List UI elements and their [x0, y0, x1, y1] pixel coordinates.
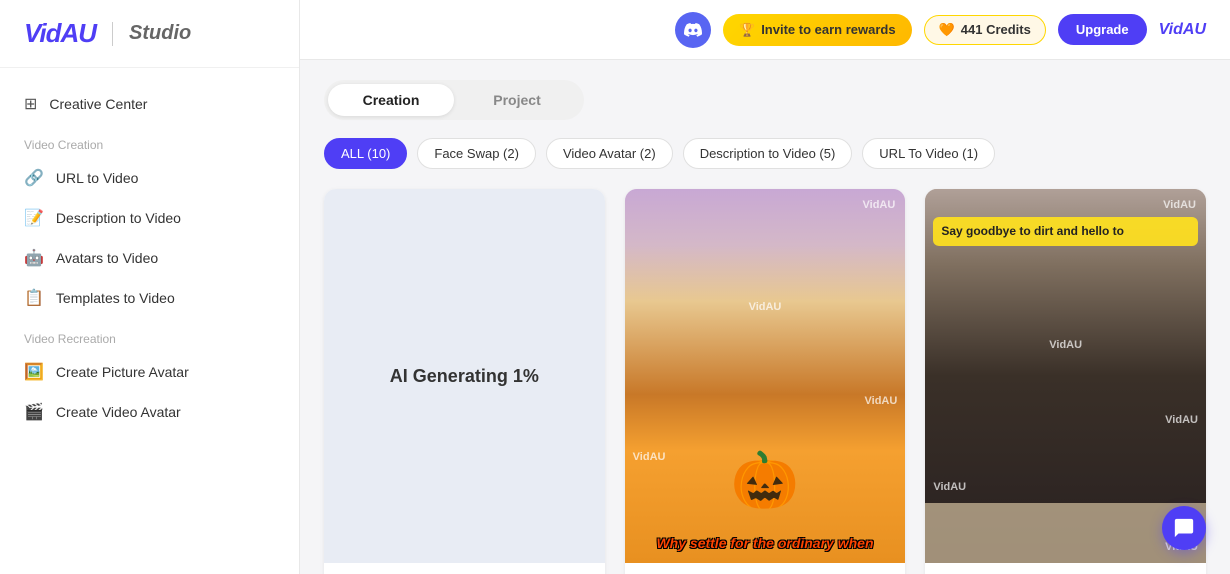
sidebar-logo: VidAU Studio: [0, 0, 299, 68]
sidebar-item-templates-to-video[interactable]: 📋 Templates to Video: [0, 278, 299, 318]
picture-icon: 🖼️: [24, 362, 44, 382]
sidebar-item-create-picture-avatar[interactable]: 🖼️ Create Picture Avatar: [0, 352, 299, 392]
reward-label: Invite to earn rewards: [761, 22, 895, 37]
url-to-video-label: URL to Video: [56, 170, 139, 186]
link-icon: 🔗: [24, 168, 44, 188]
sidebar-item-creative-center[interactable]: ⊞ Creative Center: [0, 84, 299, 124]
avatars-to-video-label: Avatars to Video: [56, 250, 158, 266]
pumpkin-emoji: 🎃: [731, 448, 799, 513]
discord-button[interactable]: [675, 12, 711, 48]
studio-text: Studio: [129, 22, 191, 45]
filter-bar: ALL (10) Face Swap (2) Video Avatar (2) …: [324, 138, 1206, 169]
filter-face-swap[interactable]: Face Swap (2): [417, 138, 536, 169]
sidebar-nav: ⊞ Creative Center Video Creation 🔗 URL t…: [0, 68, 299, 448]
video-card-2[interactable]: 🎃 Why settle for the ordinary when VidAU…: [625, 189, 906, 574]
avatar-icon: 🤖: [24, 248, 44, 268]
logo-divider: [112, 22, 113, 46]
video-icon: 🎬: [24, 402, 44, 422]
filter-desc-to-video[interactable]: Description to Video (5): [683, 138, 853, 169]
credits-badge: 🧡 441 Credits: [924, 15, 1046, 45]
sidebar-item-create-video-avatar[interactable]: 🎬 Create Video Avatar: [0, 392, 299, 432]
section-label-video-creation: Video Creation: [0, 124, 299, 158]
sidebar-item-url-to-video[interactable]: 🔗 URL to Video: [0, 158, 299, 198]
chat-button[interactable]: [1162, 506, 1206, 550]
content-area: Creation Project ALL (10) Face Swap (2) …: [300, 60, 1230, 574]
templates-to-video-label: Templates to Video: [56, 290, 175, 306]
create-video-avatar-label: Create Video Avatar: [56, 404, 181, 420]
man-caption: Say goodbye to dirt and hello to: [933, 217, 1198, 246]
header: 🏆 Invite to earn rewards 🧡 441 Credits U…: [300, 0, 1230, 60]
card-2-label: Description to Video: [625, 563, 906, 574]
credits-icon: 🧡: [939, 22, 955, 38]
description-to-video-label: Description to Video: [56, 210, 181, 226]
halloween-caption: Why settle for the ordinary when: [625, 534, 906, 553]
reward-icon: 🏆: [739, 22, 755, 38]
logo-text: VidAU: [24, 18, 96, 49]
filter-video-avatar[interactable]: Video Avatar (2): [546, 138, 673, 169]
template-icon: 📋: [24, 288, 44, 308]
video-thumb-3: Say goodbye to dirt and hello to VidAU V…: [925, 189, 1206, 563]
section-label-video-recreation: Video Recreation: [0, 318, 299, 352]
upgrade-button[interactable]: Upgrade: [1058, 14, 1147, 45]
main-content: 🏆 Invite to earn rewards 🧡 441 Credits U…: [300, 0, 1230, 574]
tab-creation[interactable]: Creation: [328, 84, 454, 116]
tabs-bar: Creation Project: [324, 80, 584, 120]
card-1-label: URL To Video: [324, 563, 605, 574]
sidebar-item-description-to-video[interactable]: 📝 Description to Video: [0, 198, 299, 238]
halloween-image: 🎃 Why settle for the ordinary when VidAU…: [625, 189, 906, 563]
sidebar: VidAU Studio ⊞ Creative Center Video Cre…: [0, 0, 300, 574]
credits-value: 441 Credits: [961, 22, 1031, 37]
generating-text: AI Generating 1%: [390, 366, 539, 387]
sidebar-item-avatars-to-video[interactable]: 🤖 Avatars to Video: [0, 238, 299, 278]
creative-center-label: Creative Center: [49, 96, 147, 112]
description-icon: 📝: [24, 208, 44, 228]
create-picture-avatar-label: Create Picture Avatar: [56, 364, 189, 380]
man-image: Say goodbye to dirt and hello to VidAU V…: [925, 189, 1206, 563]
video-grid: AI Generating 1% URL To Video 🎃: [324, 189, 1206, 574]
vidau-brand-header: VidAU: [1159, 21, 1206, 39]
video-thumb-2: 🎃 Why settle for the ordinary when VidAU…: [625, 189, 906, 563]
card-3-label: Description to Video: [925, 563, 1206, 574]
tab-project[interactable]: Project: [454, 84, 580, 116]
invite-reward-button[interactable]: 🏆 Invite to earn rewards: [723, 14, 912, 46]
grid-icon: ⊞: [24, 94, 37, 114]
generating-placeholder: AI Generating 1%: [324, 189, 605, 563]
filter-url-to-video[interactable]: URL To Video (1): [862, 138, 995, 169]
video-thumb-1: AI Generating 1%: [324, 189, 605, 563]
filter-all[interactable]: ALL (10): [324, 138, 407, 169]
video-card-1[interactable]: AI Generating 1% URL To Video: [324, 189, 605, 574]
